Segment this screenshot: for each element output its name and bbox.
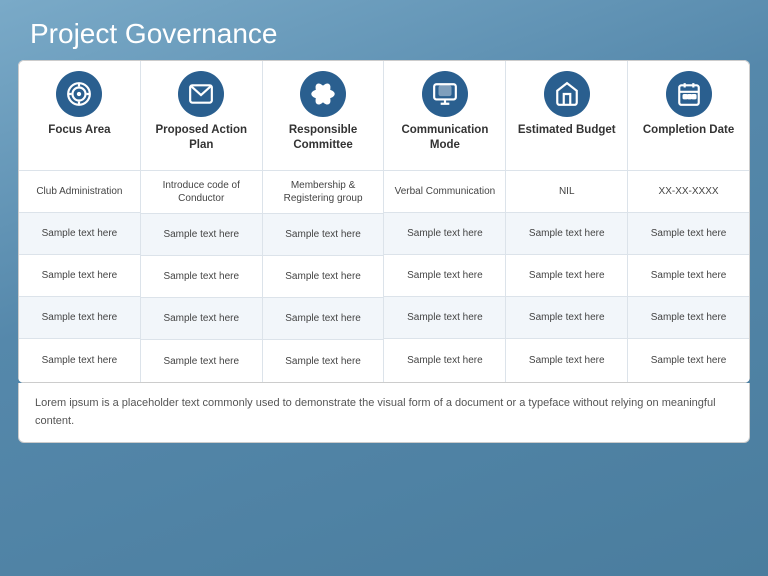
col-header-communication-mode: Communication Mode (384, 61, 505, 171)
footer-text: Lorem ipsum is a placeholder text common… (35, 395, 733, 430)
col-header-proposed-action: Proposed Action Plan (141, 61, 262, 171)
cell-proposed-action-row-3: Sample text here (141, 298, 262, 340)
table-wrapper: Focus AreaClub AdministrationSample text… (18, 60, 750, 383)
cell-communication-mode-row-4: Sample text here (384, 339, 505, 381)
column-responsible-committee: Responsible Committee Membership & Regist… (263, 61, 385, 382)
column-completion-date: Completion DateXX-XX-XXXXSample text her… (628, 61, 749, 382)
col-header-responsible-committee: Responsible Committee (263, 61, 384, 171)
cell-proposed-action-row-0: Introduce code of Conductor (141, 171, 262, 214)
column-focus-area: Focus AreaClub AdministrationSample text… (19, 61, 141, 382)
cell-responsible-committee-row-1: Sample text here (263, 214, 384, 256)
cell-estimated-budget-row-3: Sample text here (506, 297, 627, 339)
column-estimated-budget: Estimated BudgetNILSample text hereSampl… (506, 61, 628, 382)
col-header-text-estimated-budget: Estimated Budget (518, 123, 616, 138)
cell-estimated-budget-row-1: Sample text here (506, 213, 627, 255)
col-header-text-proposed-action: Proposed Action Plan (147, 123, 256, 153)
cell-communication-mode-row-1: Sample text here (384, 213, 505, 255)
calendar-icon (666, 71, 712, 117)
email-icon (178, 71, 224, 117)
col-header-text-responsible-committee: Responsible Committee (269, 123, 378, 153)
cell-proposed-action-row-4: Sample text here (141, 340, 262, 382)
cell-proposed-action-row-2: Sample text here (141, 256, 262, 298)
cell-communication-mode-row-2: Sample text here (384, 255, 505, 297)
monitor-icon (422, 71, 468, 117)
page-title: Project Governance (0, 0, 768, 60)
footer-box: Lorem ipsum is a placeholder text common… (18, 383, 750, 443)
atom-icon (300, 71, 346, 117)
cell-focus-area-row-1: Sample text here (19, 213, 140, 255)
cell-completion-date-row-4: Sample text here (628, 339, 749, 381)
cell-focus-area-row-4: Sample text here (19, 339, 140, 381)
home-icon (544, 71, 590, 117)
col-header-text-focus-area: Focus Area (48, 123, 110, 138)
target-icon (56, 71, 102, 117)
cell-focus-area-row-2: Sample text here (19, 255, 140, 297)
cell-completion-date-row-3: Sample text here (628, 297, 749, 339)
col-header-focus-area: Focus Area (19, 61, 140, 171)
cell-estimated-budget-row-2: Sample text here (506, 255, 627, 297)
cell-focus-area-row-3: Sample text here (19, 297, 140, 339)
cell-estimated-budget-row-4: Sample text here (506, 339, 627, 381)
col-header-text-completion-date: Completion Date (643, 123, 734, 138)
column-proposed-action: Proposed Action Plan Introduce code of Co… (141, 61, 263, 382)
cell-completion-date-row-2: Sample text here (628, 255, 749, 297)
cell-responsible-committee-row-4: Sample text here (263, 340, 384, 382)
cell-completion-date-row-0: XX-XX-XXXX (628, 171, 749, 213)
col-header-text-communication-mode: Communication Mode (390, 123, 499, 153)
cell-estimated-budget-row-0: NIL (506, 171, 627, 213)
cell-responsible-committee-row-3: Sample text here (263, 298, 384, 340)
column-communication-mode: Communication ModeVerbal CommunicationSa… (384, 61, 506, 382)
cell-communication-mode-row-3: Sample text here (384, 297, 505, 339)
cell-communication-mode-row-0: Verbal Communication (384, 171, 505, 213)
cell-focus-area-row-0: Club Administration (19, 171, 140, 213)
cell-proposed-action-row-1: Sample text here (141, 214, 262, 256)
cell-responsible-committee-row-2: Sample text here (263, 256, 384, 298)
col-header-completion-date: Completion Date (628, 61, 749, 171)
main-container: Focus AreaClub AdministrationSample text… (18, 60, 750, 383)
col-header-estimated-budget: Estimated Budget (506, 61, 627, 171)
cell-responsible-committee-row-0: Membership & Registering group (263, 171, 384, 214)
cell-completion-date-row-1: Sample text here (628, 213, 749, 255)
